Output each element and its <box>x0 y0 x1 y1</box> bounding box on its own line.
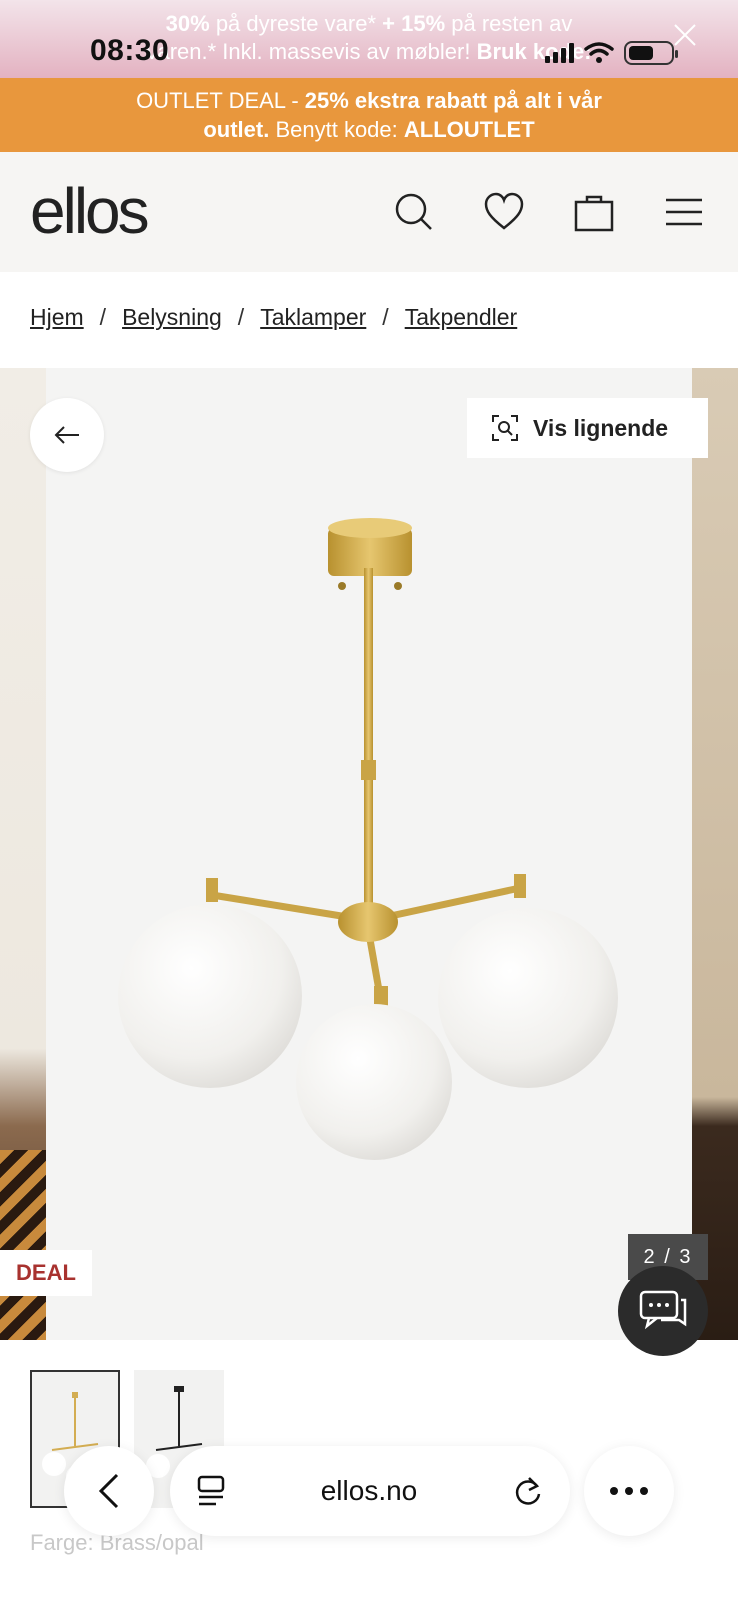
show-similar-label: Vis lignende <box>533 414 669 441</box>
breadcrumb-pendants[interactable]: Takpendler <box>405 304 518 331</box>
browser-back-button[interactable] <box>64 1446 154 1536</box>
deal-badge: DEAL <box>0 1250 92 1296</box>
breadcrumb-separator: / <box>99 304 107 330</box>
back-button[interactable] <box>30 398 104 472</box>
breadcrumb-separator: / <box>237 304 245 330</box>
show-similar-button[interactable]: Vis lignende <box>467 398 708 458</box>
more-options-button[interactable] <box>584 1446 674 1536</box>
menu-icon[interactable] <box>662 190 706 234</box>
arrow-left-icon <box>54 426 79 444</box>
logo[interactable]: ellos <box>30 174 150 248</box>
reload-icon[interactable] <box>512 1474 544 1508</box>
breadcrumb-separator: / <box>382 304 389 330</box>
wifi-icon <box>584 42 614 63</box>
breadcrumb: Hjem / Belysning / Taklamper / Takpendle… <box>30 304 517 331</box>
close-icon[interactable] <box>672 22 698 48</box>
outlet-banner[interactable]: OUTLET DEAL - 25% ekstra rabatt på alt i… <box>0 78 738 152</box>
heart-icon[interactable] <box>482 190 526 234</box>
status-icons <box>545 40 678 66</box>
breadcrumb-ceiling-lamps[interactable]: Taklamper <box>260 304 366 331</box>
chat-icon <box>639 1290 687 1330</box>
battery-icon <box>624 41 678 65</box>
chat-button[interactable] <box>618 1266 708 1356</box>
site-header: ellos <box>0 152 738 272</box>
search-icon[interactable] <box>392 190 436 234</box>
status-time: 08:30 <box>90 34 170 67</box>
breadcrumb-home[interactable]: Hjem <box>30 304 84 331</box>
ellipsis-icon <box>610 1487 648 1495</box>
breadcrumb-lighting[interactable]: Belysning <box>122 304 222 331</box>
url-text: ellos.no <box>320 1475 418 1506</box>
chevron-left-icon <box>98 1473 119 1509</box>
product-gallery[interactable]: Vis lignende DEAL 2 / 3 <box>0 368 738 1340</box>
tabs-icon <box>197 1475 225 1506</box>
visual-search-icon <box>492 415 518 441</box>
signal-icon <box>545 43 574 63</box>
bag-icon[interactable] <box>572 190 616 234</box>
address-bar[interactable]: ellos.no <box>170 1446 570 1536</box>
product-image-pendant-lamp <box>118 518 618 1160</box>
